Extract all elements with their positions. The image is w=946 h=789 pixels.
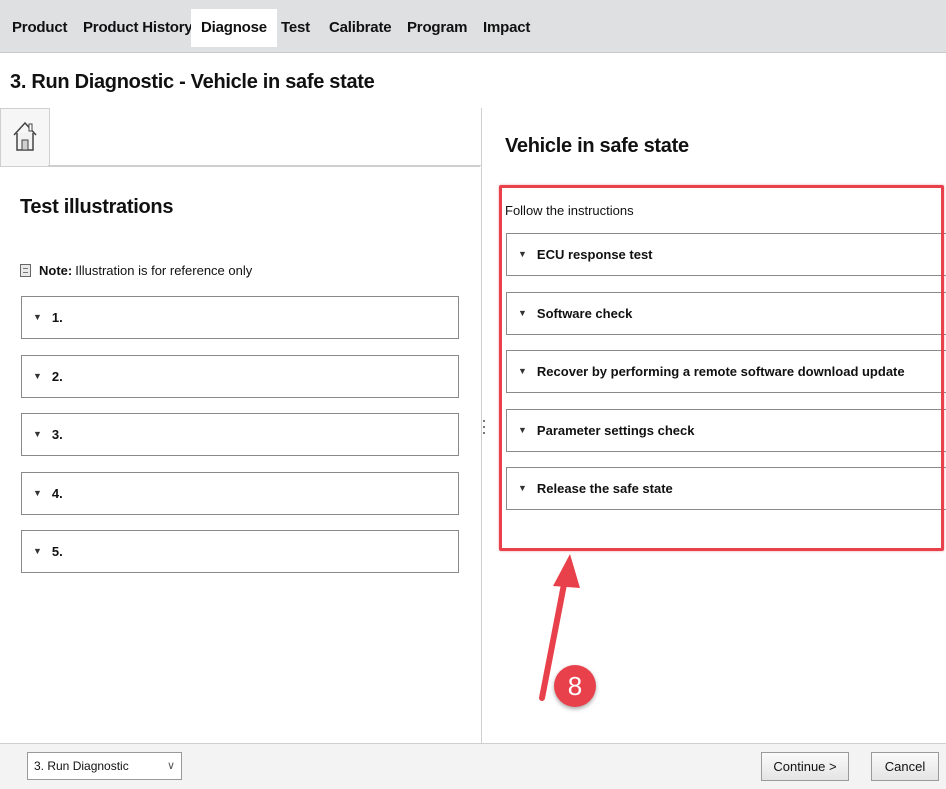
chevron-down-icon: ∨ [166,760,175,772]
illustration-label: 5. [51,544,63,559]
illustration-label: 4. [51,486,63,501]
annotation-arrow-icon [539,554,580,701]
nav-product[interactable]: Product [12,9,67,47]
page-title: 3. Run Diagnostic - Vehicle in safe stat… [10,71,375,93]
step-select[interactable]: 3. Run Diagnostic ∨ [27,752,182,780]
illustration-item[interactable]: ▼ 4. [21,472,459,515]
bottom-bar: 3. Run Diagnostic ∨ Continue > Cancel [0,743,946,789]
panel-splitter[interactable] [482,420,486,434]
step-select-value: 3. Run Diagnostic [34,759,129,773]
nav-impact[interactable]: Impact [483,9,530,47]
expand-caret-icon: ▼ [33,371,42,381]
note-text: Illustration is for reference only [75,263,253,278]
illustration-label: 2. [51,369,63,384]
expand-caret-icon: ▼ [33,488,42,498]
nav-calibrate[interactable]: Calibrate [329,9,392,47]
nav-program[interactable]: Program [407,9,467,47]
nav-test[interactable]: Test [281,9,310,47]
continue-button[interactable]: Continue > [761,752,849,781]
illustration-item[interactable]: ▼ 5. [21,530,459,573]
note-label: Note: [39,263,73,278]
note-icon [20,264,31,277]
cancel-button[interactable]: Cancel [871,752,939,781]
expand-caret-icon: ▼ [33,312,42,322]
nav-diagnose[interactable]: Diagnose [191,9,277,47]
illustration-item[interactable]: ▼ 3. [21,413,459,456]
home-tab[interactable] [0,108,50,167]
section-title: Test illustrations [20,196,174,218]
illustration-item[interactable]: ▼ 2. [21,355,459,398]
annotation-badge: 8 [554,665,596,707]
nav-product-history[interactable]: Product History [83,9,193,47]
illustration-item[interactable]: ▼ 1. [21,296,459,339]
expand-caret-icon: ▼ [33,546,42,556]
right-title: Vehicle in safe state [505,135,689,157]
illustration-label: 3. [51,427,63,442]
annotation-highlight-box [499,185,944,551]
illustration-label: 1. [51,310,63,325]
top-nav: Product Product History Diagnose Test Ca… [0,0,946,53]
home-icon [13,121,37,151]
expand-caret-icon: ▼ [33,429,42,439]
note: Note: Illustration is for reference only [20,263,252,278]
